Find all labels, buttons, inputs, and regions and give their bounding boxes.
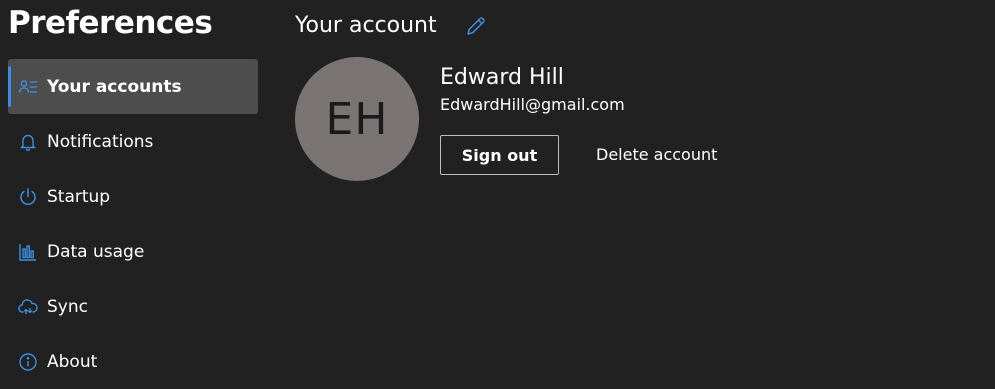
- sidebar-item-your-accounts[interactable]: Your accounts: [8, 59, 258, 114]
- sidebar-item-data-usage[interactable]: Data usage: [8, 224, 258, 279]
- cloud-sync-icon: [18, 297, 38, 317]
- delete-account-link[interactable]: Delete account: [596, 144, 717, 166]
- sidebar-item-startup[interactable]: Startup: [8, 169, 258, 224]
- sidebar-item-label: Startup: [47, 186, 111, 207]
- sidebar-item-label: Your accounts: [47, 76, 182, 97]
- bell-icon: [18, 132, 38, 152]
- app-title: Preferences: [8, 5, 213, 41]
- sidebar-item-label: About: [47, 351, 98, 372]
- sidebar: Your accounts Notifications Startup Data…: [8, 59, 258, 389]
- sidebar-item-about[interactable]: About: [8, 334, 258, 389]
- sidebar-item-label: Data usage: [47, 241, 145, 262]
- pencil-icon[interactable]: [465, 15, 487, 37]
- avatar-initials: EH: [325, 93, 389, 145]
- bar-chart-icon: [18, 242, 38, 262]
- power-icon: [18, 187, 38, 207]
- avatar: EH: [295, 57, 419, 181]
- section-title: Your account: [295, 13, 437, 38]
- sidebar-item-label: Notifications: [47, 131, 154, 152]
- info-icon: [18, 352, 38, 372]
- sidebar-item-label: Sync: [47, 296, 88, 317]
- account-name: Edward Hill: [440, 65, 564, 90]
- section-header: Your account: [295, 10, 487, 42]
- sidebar-item-sync[interactable]: Sync: [8, 279, 258, 334]
- account-list-icon: [18, 77, 38, 97]
- sign-out-button[interactable]: Sign out: [440, 135, 559, 175]
- sidebar-item-notifications[interactable]: Notifications: [8, 114, 258, 169]
- account-email: EdwardHill@gmail.com: [440, 95, 625, 114]
